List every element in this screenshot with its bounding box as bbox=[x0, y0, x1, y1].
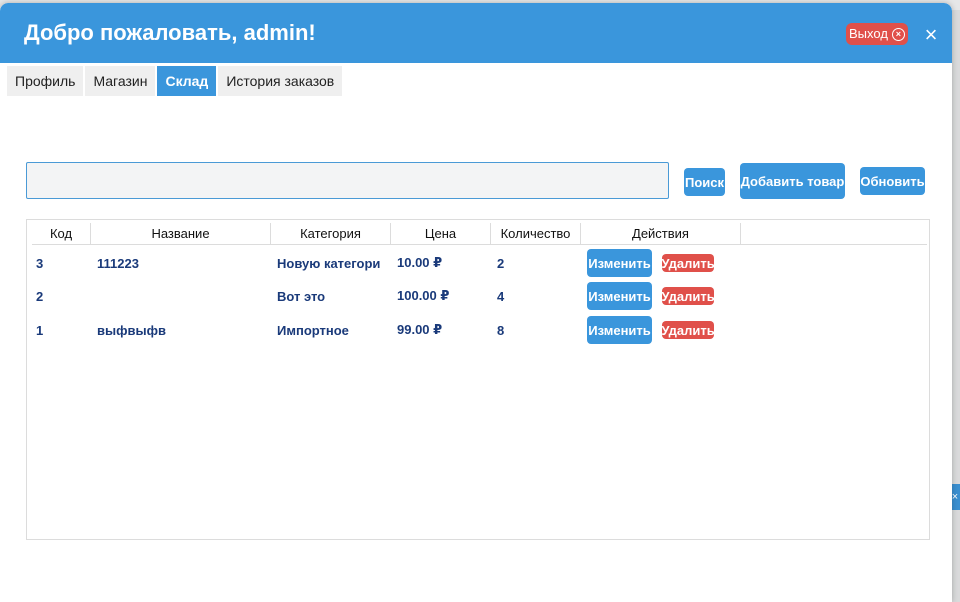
close-circle-icon: × bbox=[891, 27, 905, 41]
cell-quantity: 2 bbox=[497, 255, 505, 271]
cell-quantity: 4 bbox=[497, 288, 505, 304]
edit-button[interactable]: Изменить bbox=[587, 249, 652, 277]
cell-name: 111223 bbox=[97, 255, 139, 271]
column-header-category[interactable]: Категория bbox=[271, 223, 391, 244]
cell-price: 100.00 ₽ bbox=[397, 288, 450, 303]
cell-category: Новую категори bbox=[277, 255, 381, 271]
column-header-price[interactable]: Цена bbox=[391, 223, 491, 244]
delete-button[interactable]: Удалить bbox=[661, 287, 715, 305]
table-header: Код Название Категория Цена Количество Д… bbox=[32, 223, 927, 245]
products-table: Код Название Категория Цена Количество Д… bbox=[26, 219, 930, 540]
admin-dialog: Добро пожаловать, admin! Выход × × Профи… bbox=[0, 3, 952, 602]
close-icon[interactable]: × bbox=[920, 24, 942, 46]
add-product-button[interactable]: Добавить товар bbox=[740, 163, 845, 199]
tab-shop[interactable]: Магазин bbox=[85, 66, 156, 96]
delete-button[interactable]: Удалить bbox=[661, 321, 715, 339]
cell-quantity: 8 bbox=[497, 322, 505, 338]
cell-name: выфвыфв bbox=[97, 322, 166, 338]
edit-button[interactable]: Изменить bbox=[587, 316, 652, 344]
table-row[interactable]: 3 111223 Новую категори 10.00 ₽ 2 Измени… bbox=[32, 248, 927, 278]
cell-price: 99.00 ₽ bbox=[397, 322, 443, 337]
search-button[interactable]: Поиск bbox=[684, 168, 725, 196]
column-header-actions: Действия bbox=[581, 223, 741, 244]
window-title: Добро пожаловать, admin! bbox=[24, 20, 316, 45]
column-header-name[interactable]: Название bbox=[91, 223, 271, 244]
cell-category: Импортное bbox=[277, 322, 349, 338]
table-row[interactable]: 1 выфвыфв Импортное 99.00 ₽ 8 Изменить У… bbox=[32, 315, 927, 345]
tab-warehouse[interactable]: Склад bbox=[157, 66, 217, 96]
logout-label: Выход bbox=[849, 26, 888, 41]
cell-category: Вот это bbox=[277, 288, 326, 304]
column-header-quantity[interactable]: Количество bbox=[491, 223, 581, 244]
cell-code: 2 bbox=[36, 288, 44, 304]
refresh-button[interactable]: Обновить bbox=[860, 167, 925, 195]
search-input[interactable] bbox=[26, 162, 669, 199]
logout-button[interactable]: Выход × bbox=[846, 23, 908, 45]
delete-button[interactable]: Удалить bbox=[661, 254, 715, 272]
cell-price: 10.00 ₽ bbox=[397, 255, 443, 270]
row-actions: Изменить Удалить bbox=[581, 282, 715, 310]
edit-button[interactable]: Изменить bbox=[587, 282, 652, 310]
tab-profile[interactable]: Профиль bbox=[7, 66, 84, 96]
table-row[interactable]: 2 Вот это 100.00 ₽ 4 Изменить Удалить bbox=[32, 281, 927, 311]
tab-order-history[interactable]: История заказов bbox=[218, 66, 343, 96]
cell-code: 3 bbox=[36, 255, 44, 271]
title-bar: Добро пожаловать, admin! Выход × × bbox=[0, 3, 952, 63]
tab-bar: Профиль Магазин Склад История заказов bbox=[7, 66, 343, 96]
row-actions: Изменить Удалить bbox=[581, 316, 715, 344]
cell-code: 1 bbox=[36, 322, 44, 338]
row-actions: Изменить Удалить bbox=[581, 249, 715, 277]
column-header-code[interactable]: Код bbox=[32, 223, 91, 244]
column-header-filler bbox=[741, 223, 927, 244]
